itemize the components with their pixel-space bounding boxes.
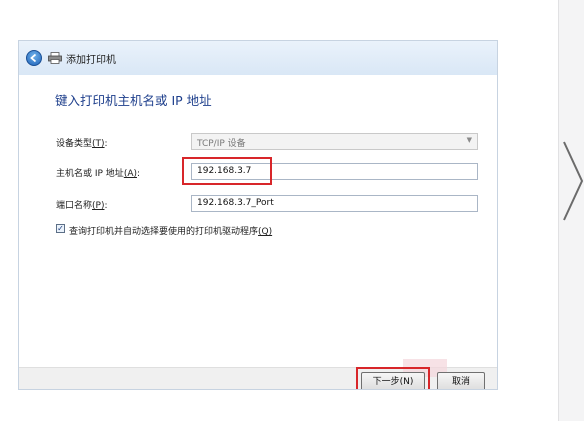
back-arrow-icon xyxy=(30,53,37,63)
query-checkbox[interactable]: ✓ xyxy=(56,224,65,233)
chevron-right-icon[interactable] xyxy=(562,140,584,222)
title-bar: 添加打印机 xyxy=(19,41,497,75)
next-highlight-box xyxy=(356,367,430,389)
device-type-select[interactable]: TCP/IP 设备 ▼ xyxy=(191,133,478,150)
port-label: 端口名称(P): xyxy=(56,201,108,211)
port-input[interactable]: 192.168.3.7_Port xyxy=(191,195,478,212)
cancel-button[interactable]: 取消 xyxy=(437,372,485,389)
port-value: 192.168.3.7_Port xyxy=(197,198,274,208)
device-type-label: 设备类型(T): xyxy=(56,139,108,149)
dialog-title: 添加打印机 xyxy=(66,55,116,66)
page-heading: 键入打印机主机名或 IP 地址 xyxy=(55,93,212,108)
query-checkbox-label: 查询打印机并自动选择要使用的打印机驱动程序(Q) xyxy=(69,227,273,237)
host-highlight-box xyxy=(182,157,272,185)
host-label: 主机名或 IP 地址(A): xyxy=(56,169,141,179)
device-type-value: TCP/IP 设备 xyxy=(197,139,246,149)
add-printer-dialog: 添加打印机 键入打印机主机名或 IP 地址 设备类型(T): TCP/IP 设备… xyxy=(18,40,498,390)
back-button[interactable] xyxy=(26,50,42,66)
printer-icon xyxy=(48,52,62,64)
dropdown-arrow-icon: ▼ xyxy=(466,136,472,144)
